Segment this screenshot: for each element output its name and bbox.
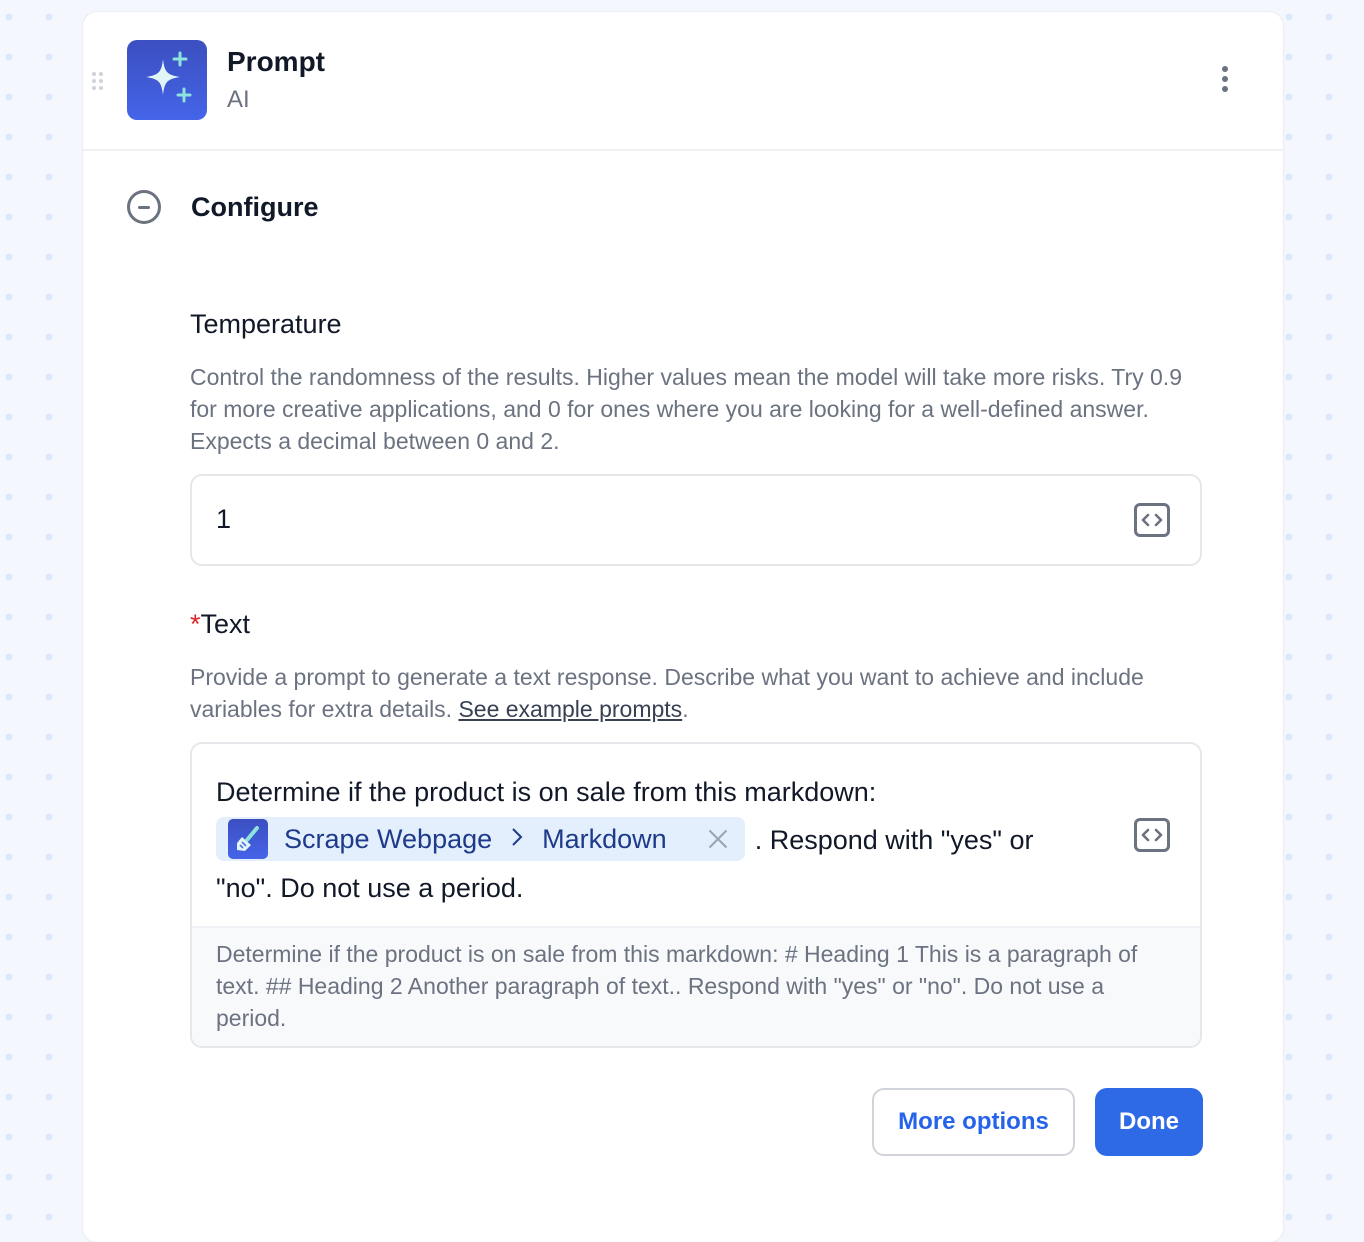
variable-chip[interactable]: Scrape Webpage Markdown (216, 815, 745, 863)
section-title: Configure (191, 191, 319, 222)
variable-field: Markdown (542, 823, 667, 854)
temperature-description: Control the randomness of the results. H… (190, 364, 1182, 454)
required-asterisk: * (190, 609, 201, 639)
configure-section-header[interactable]: Configure (127, 190, 319, 224)
variable-source: Scrape Webpage (284, 823, 493, 854)
kebab-menu-icon[interactable] (1219, 66, 1231, 98)
done-button[interactable]: Done (1095, 1088, 1203, 1156)
sparkles-icon (127, 40, 207, 120)
text-label: *Text (190, 609, 251, 639)
code-brackets-icon[interactable] (1134, 818, 1170, 852)
collapse-minus-icon[interactable] (127, 190, 161, 224)
step-header: Prompt AI (83, 12, 1283, 151)
prompt-text-field[interactable]: Determine if the product is on sale from… (190, 742, 1202, 1048)
code-brackets-icon[interactable] (1134, 503, 1170, 537)
close-icon[interactable] (707, 828, 729, 850)
prompt-preview: Determine if the product is on sale from… (192, 926, 1200, 1046)
more-options-button[interactable]: More options (872, 1088, 1075, 1156)
scraper-tool-icon (228, 818, 268, 859)
see-example-prompts-link[interactable]: See example prompts (458, 696, 682, 722)
temperature-value[interactable]: 1 (216, 504, 231, 535)
step-subtitle: AI (227, 86, 250, 113)
temperature-label: Temperature (190, 309, 342, 339)
drag-handle-icon[interactable] (92, 72, 106, 90)
step-card: Prompt AI Configure Temperature Control … (83, 12, 1283, 1242)
text-description: Provide a prompt to generate a text resp… (190, 664, 1144, 722)
temperature-input[interactable]: 1 (190, 474, 1202, 566)
chevron-right-icon (510, 815, 524, 863)
step-title: Prompt (227, 46, 325, 77)
prompt-editor[interactable]: Determine if the product is on sale from… (192, 744, 1200, 926)
